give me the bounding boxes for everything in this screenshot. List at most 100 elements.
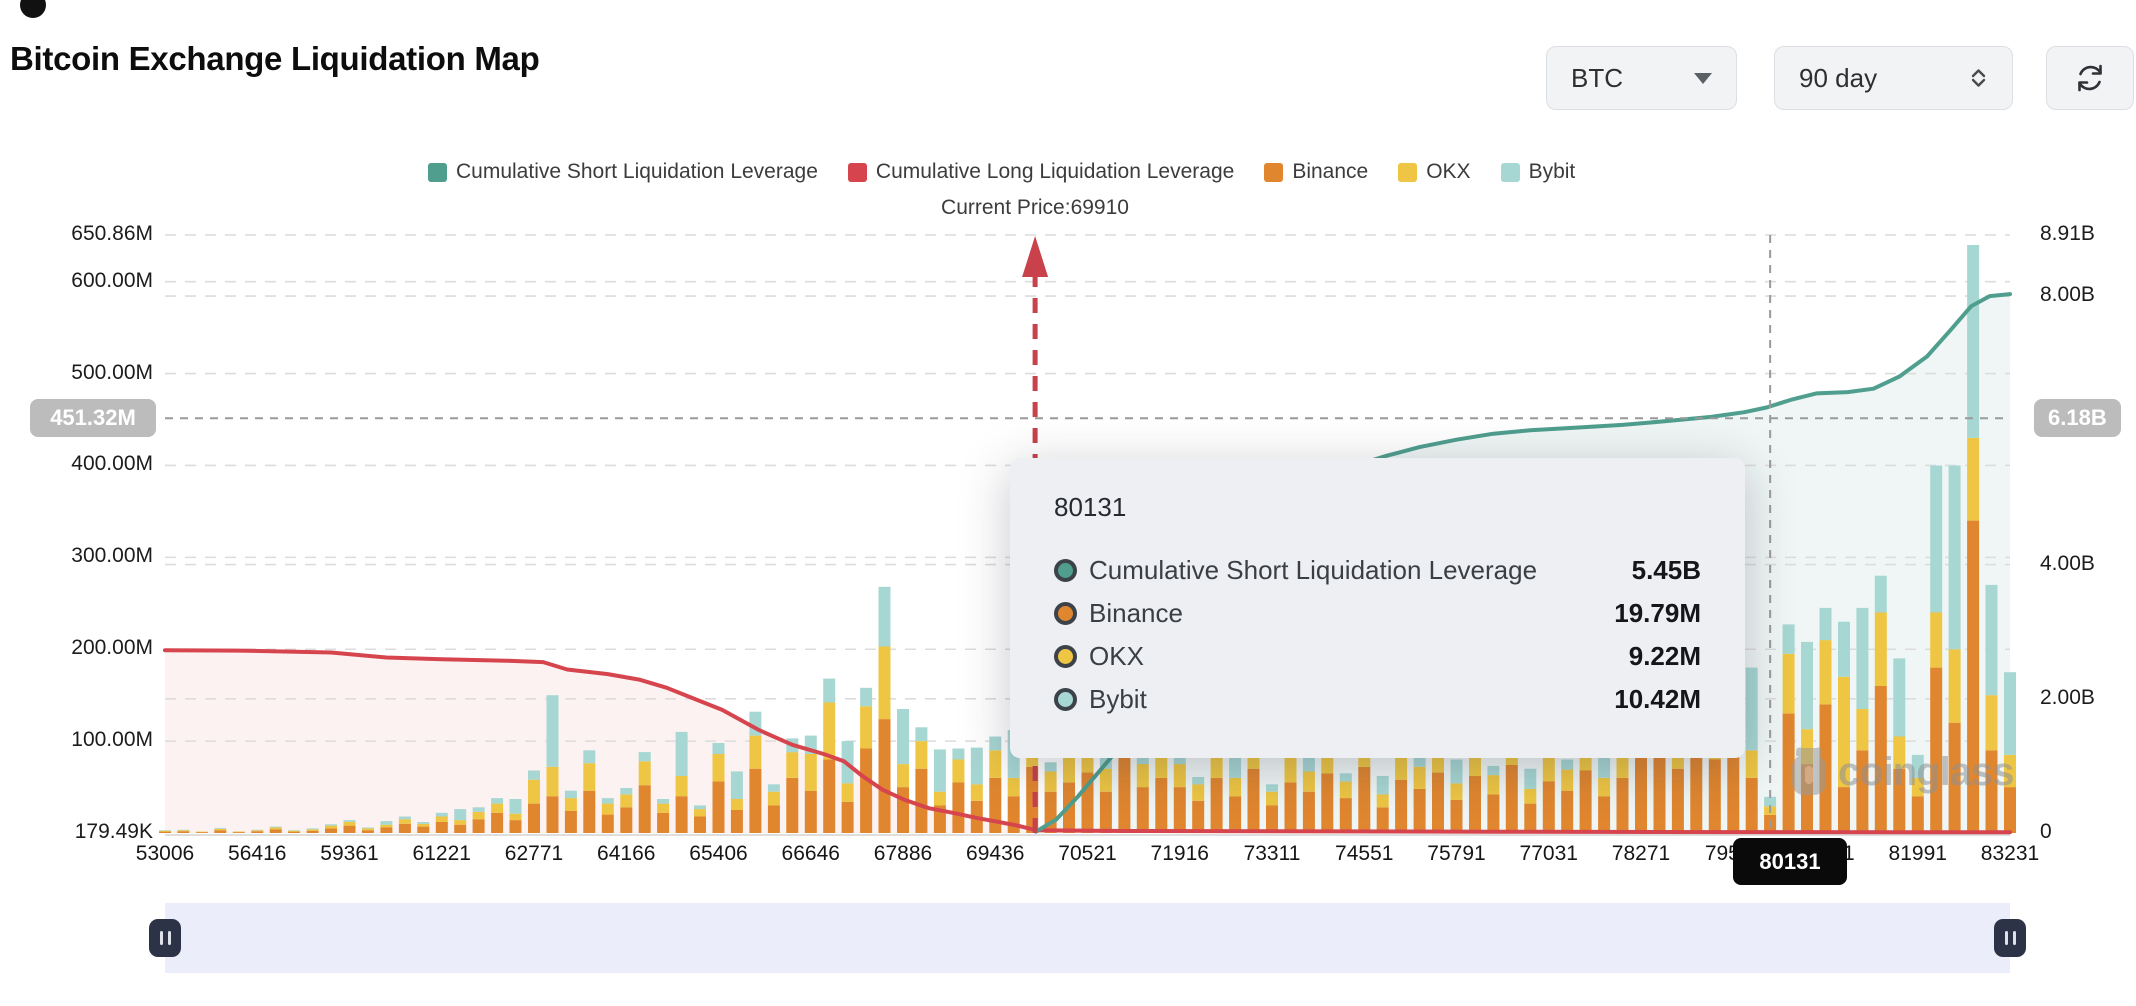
bar-segment-bybit[interactable] bbox=[417, 822, 429, 824]
bar-segment-bybit[interactable] bbox=[1764, 797, 1776, 807]
bar-segment-binance[interactable] bbox=[510, 820, 522, 833]
bar-segment-bybit[interactable] bbox=[491, 798, 503, 804]
bar-segment-binance[interactable] bbox=[713, 782, 725, 834]
bar-segment-binance[interactable] bbox=[989, 778, 1001, 833]
bar-segment-bybit[interactable] bbox=[528, 771, 540, 780]
bar-segment-binance[interactable] bbox=[879, 719, 891, 833]
bar-segment-binance[interactable] bbox=[159, 832, 171, 833]
bar-segment-okx[interactable] bbox=[1856, 709, 1868, 750]
bar-segment-binance[interactable] bbox=[1229, 796, 1241, 833]
bar-segment-bybit[interactable] bbox=[344, 820, 356, 822]
bar-segment-okx[interactable] bbox=[417, 824, 429, 827]
bar-segment-bybit[interactable] bbox=[288, 830, 300, 831]
bar-segment-bybit[interactable] bbox=[1266, 784, 1278, 791]
bar-segment-binance[interactable] bbox=[1155, 778, 1167, 833]
bar-segment-binance[interactable] bbox=[454, 825, 466, 833]
bar-segment-bybit[interactable] bbox=[1561, 760, 1573, 770]
bar-segment-bybit[interactable] bbox=[159, 830, 171, 831]
bar-segment-okx[interactable] bbox=[159, 831, 171, 832]
bar-segment-bybit[interactable] bbox=[676, 732, 688, 776]
bar-segment-bybit[interactable] bbox=[1524, 769, 1536, 789]
bar-segment-okx[interactable] bbox=[1229, 778, 1241, 796]
bar-segment-bybit[interactable] bbox=[620, 788, 632, 794]
bar-segment-bybit[interactable] bbox=[325, 824, 337, 825]
bar-segment-binance[interactable] bbox=[1451, 800, 1463, 833]
bar-segment-bybit[interactable] bbox=[1746, 668, 1758, 751]
bar-segment-bybit[interactable] bbox=[879, 587, 891, 647]
bar-segment-binance[interactable] bbox=[1561, 791, 1573, 833]
bar-segment-binance[interactable] bbox=[307, 831, 319, 833]
bar-segment-bybit[interactable] bbox=[583, 750, 595, 763]
bar-segment-okx[interactable] bbox=[1451, 783, 1463, 800]
bar-segment-okx[interactable] bbox=[473, 812, 485, 819]
bar-segment-bybit[interactable] bbox=[897, 709, 909, 764]
bar-segment-bybit[interactable] bbox=[1838, 622, 1850, 677]
bar-segment-binance[interactable] bbox=[1414, 789, 1426, 833]
bar-segment-binance[interactable] bbox=[1487, 794, 1499, 833]
bar-segment-binance[interactable] bbox=[1524, 804, 1536, 833]
bar-segment-bybit[interactable] bbox=[1967, 245, 1979, 438]
bar-segment-binance[interactable] bbox=[233, 832, 245, 833]
bar-segment-binance[interactable] bbox=[436, 822, 448, 833]
bar-segment-bybit[interactable] bbox=[399, 817, 411, 820]
bar-segment-binance[interactable] bbox=[1672, 769, 1684, 833]
bar-segment-okx[interactable] bbox=[528, 780, 540, 804]
bar-segment-bybit[interactable] bbox=[1930, 466, 1942, 613]
bar-segment-okx[interactable] bbox=[713, 754, 725, 782]
bar-segment-binance[interactable] bbox=[676, 796, 688, 833]
bar-segment-okx[interactable] bbox=[1174, 764, 1186, 787]
bar-segment-bybit[interactable] bbox=[473, 807, 485, 812]
bar-segment-okx[interactable] bbox=[1285, 757, 1297, 783]
bar-segment-okx[interactable] bbox=[233, 832, 245, 833]
bar-segment-binance[interactable] bbox=[620, 807, 632, 833]
bar-segment-bybit[interactable] bbox=[731, 771, 743, 799]
bar-segment-binance[interactable] bbox=[639, 785, 651, 833]
bar-segment-okx[interactable] bbox=[879, 647, 891, 720]
bar-segment-bybit[interactable] bbox=[362, 828, 374, 829]
bar-segment-bybit[interactable] bbox=[214, 828, 226, 829]
bar-segment-okx[interactable] bbox=[1414, 767, 1426, 789]
bar-segment-okx[interactable] bbox=[1986, 695, 1998, 750]
bar-segment-binance[interactable] bbox=[1192, 801, 1204, 833]
bar-segment-okx[interactable] bbox=[454, 820, 466, 825]
bar-segment-okx[interactable] bbox=[1598, 778, 1610, 796]
bar-segment-binance[interactable] bbox=[1635, 750, 1647, 833]
bar-segment-okx[interactable] bbox=[547, 767, 559, 796]
bar-segment-binance[interactable] bbox=[1211, 778, 1223, 833]
bar-segment-bybit[interactable] bbox=[1783, 624, 1795, 653]
bar-segment-binance[interactable] bbox=[528, 804, 540, 833]
bar-segment-okx[interactable] bbox=[1100, 769, 1112, 792]
bar-segment-okx[interactable] bbox=[989, 750, 1001, 778]
bar-segment-binance[interactable] bbox=[344, 826, 356, 833]
bar-segment-binance[interactable] bbox=[583, 791, 595, 833]
bar-segment-okx[interactable] bbox=[915, 741, 927, 769]
bar-segment-okx[interactable] bbox=[491, 804, 503, 813]
bar-segment-okx[interactable] bbox=[768, 792, 780, 806]
bar-segment-binance[interactable] bbox=[768, 805, 780, 833]
bar-segment-binance[interactable] bbox=[380, 828, 392, 834]
bar-segment-binance[interactable] bbox=[325, 828, 337, 833]
bar-segment-binance[interactable] bbox=[417, 827, 429, 833]
bar-segment-bybit[interactable] bbox=[436, 813, 448, 817]
bar-segment-okx[interactable] bbox=[196, 832, 208, 833]
bar-segment-bybit[interactable] bbox=[694, 805, 706, 809]
bar-segment-bybit[interactable] bbox=[952, 749, 964, 760]
bar-segment-binance[interactable] bbox=[1118, 758, 1130, 833]
bar-segment-binance[interactable] bbox=[1321, 773, 1333, 833]
bar-segment-bybit[interactable] bbox=[547, 695, 559, 767]
bar-segment-binance[interactable] bbox=[1432, 772, 1444, 833]
bar-segment-okx[interactable] bbox=[177, 830, 189, 831]
bar-segment-okx[interactable] bbox=[676, 776, 688, 796]
bar-segment-okx[interactable] bbox=[1487, 775, 1499, 794]
bar-segment-okx[interactable] bbox=[510, 814, 522, 820]
slider-right-handle[interactable] bbox=[1994, 919, 2026, 957]
bar-segment-okx[interactable] bbox=[602, 804, 614, 815]
bar-segment-okx[interactable] bbox=[1045, 771, 1057, 791]
bar-segment-binance[interactable] bbox=[399, 824, 411, 833]
bar-segment-okx[interactable] bbox=[620, 794, 632, 807]
zoom-slider[interactable] bbox=[165, 903, 2010, 973]
bar-segment-okx[interactable] bbox=[897, 764, 909, 787]
bar-segment-bybit[interactable] bbox=[657, 799, 669, 804]
bar-segment-binance[interactable] bbox=[1137, 787, 1149, 833]
bar-segment-okx[interactable] bbox=[1820, 640, 1832, 704]
